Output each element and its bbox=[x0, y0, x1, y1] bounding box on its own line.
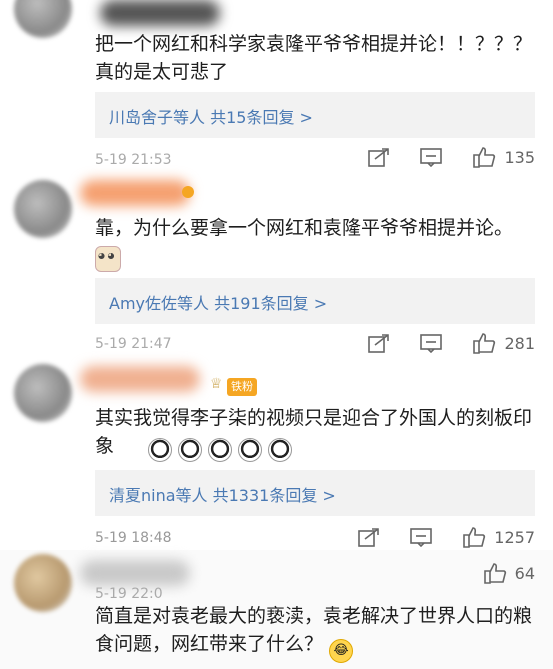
comment-text: 简直是对袁老最大的亵渎，袁老解决了世界人口的粮食问题，网红带来了什么？ 😂 bbox=[95, 602, 535, 663]
reply-summary[interactable]: 清夏nina等人 共1331条回复 > bbox=[95, 470, 535, 516]
avatar[interactable] bbox=[14, 554, 72, 612]
reply-summary-label: 清夏nina等人 共1331条回复 > bbox=[109, 486, 336, 505]
medal-icon: ♕ bbox=[210, 376, 223, 392]
avatar[interactable] bbox=[14, 0, 72, 38]
reply-summary[interactable]: Amy佐佐等人 共191条回复 > bbox=[95, 278, 535, 324]
like-count: 64 bbox=[514, 563, 535, 583]
like-button[interactable]: 281 bbox=[472, 332, 535, 354]
comment-icon bbox=[420, 334, 443, 353]
comment-button[interactable] bbox=[420, 147, 443, 167]
comment-3: ♕ 铁粉 其实我觉得李子柒的视频只是迎合了外国人的刻板印象 清夏nina等人 共… bbox=[0, 360, 553, 550]
share-icon bbox=[368, 334, 390, 353]
comment-text: 靠，为什么要拿一个网红和袁隆平爷爷相提并论。 bbox=[95, 217, 514, 239]
panda-emoji bbox=[208, 438, 232, 462]
panda-emoji bbox=[238, 438, 262, 462]
timestamp: 5-19 18:48 bbox=[95, 530, 172, 546]
cat-emoji bbox=[95, 246, 121, 276]
username-blurred[interactable] bbox=[80, 366, 200, 392]
like-icon bbox=[473, 147, 496, 168]
verified-badge bbox=[182, 186, 194, 198]
timestamp: 5-19 21:53 bbox=[95, 152, 172, 168]
like-icon bbox=[483, 563, 506, 584]
avatar[interactable] bbox=[14, 364, 72, 422]
comment-button[interactable] bbox=[420, 333, 443, 353]
comment-icon bbox=[420, 148, 443, 167]
share-button[interactable] bbox=[358, 527, 380, 547]
username-blurred[interactable] bbox=[80, 560, 190, 586]
share-button[interactable] bbox=[368, 333, 390, 353]
like-icon bbox=[473, 333, 496, 354]
panda-emoji-row bbox=[148, 438, 298, 462]
reply-summary-label: Amy佐佐等人 共191条回复 > bbox=[109, 294, 328, 313]
share-button[interactable] bbox=[368, 147, 390, 167]
panda-emoji bbox=[178, 438, 202, 462]
fan-badge: 铁粉 bbox=[227, 378, 257, 396]
username-blurred[interactable] bbox=[80, 180, 190, 206]
like-icon bbox=[463, 527, 486, 548]
like-button[interactable]: 1257 bbox=[462, 526, 535, 548]
share-icon bbox=[358, 528, 380, 547]
username-blurred[interactable] bbox=[100, 0, 220, 26]
like-count: 135 bbox=[504, 147, 535, 167]
comment-text-content: 简直是对袁老最大的亵渎，袁老解决了世界人口的粮食问题，网红带来了什么？ bbox=[95, 605, 533, 655]
avatar[interactable] bbox=[14, 180, 72, 238]
timestamp: 5-19 21:47 bbox=[95, 336, 172, 352]
share-icon bbox=[368, 148, 390, 167]
like-count: 281 bbox=[504, 333, 535, 353]
comment-1: 把一个网红和科学家袁隆平爷爷相提并论！！？？？真的是太可悲了 川岛舍子等人 共1… bbox=[0, 0, 553, 180]
panda-emoji bbox=[148, 438, 172, 462]
like-count: 1257 bbox=[494, 527, 535, 547]
reply-summary[interactable]: 川岛舍子等人 共15条回复 > bbox=[95, 92, 535, 138]
timestamp: 5-19 22:0 bbox=[95, 586, 163, 602]
like-button[interactable]: 135 bbox=[472, 146, 535, 168]
like-button[interactable]: 64 bbox=[483, 562, 535, 584]
panda-emoji bbox=[268, 438, 292, 462]
laugh-emoji: 😂 bbox=[329, 639, 354, 663]
comment-2: 靠，为什么要拿一个网红和袁隆平爷爷相提并论。 Amy佐佐等人 共191条回复 >… bbox=[0, 178, 553, 358]
comment-button[interactable] bbox=[410, 527, 433, 547]
comment-text: 把一个网红和科学家袁隆平爷爷相提并论！！？？？真的是太可悲了 bbox=[95, 33, 533, 83]
comment-4: 5-19 22:0 64 简直是对袁老最大的亵渎，袁老解决了世界人口的粮食问题，… bbox=[0, 550, 553, 669]
reply-summary-label: 川岛舍子等人 共15条回复 > bbox=[109, 108, 313, 127]
comment-icon bbox=[410, 528, 433, 547]
